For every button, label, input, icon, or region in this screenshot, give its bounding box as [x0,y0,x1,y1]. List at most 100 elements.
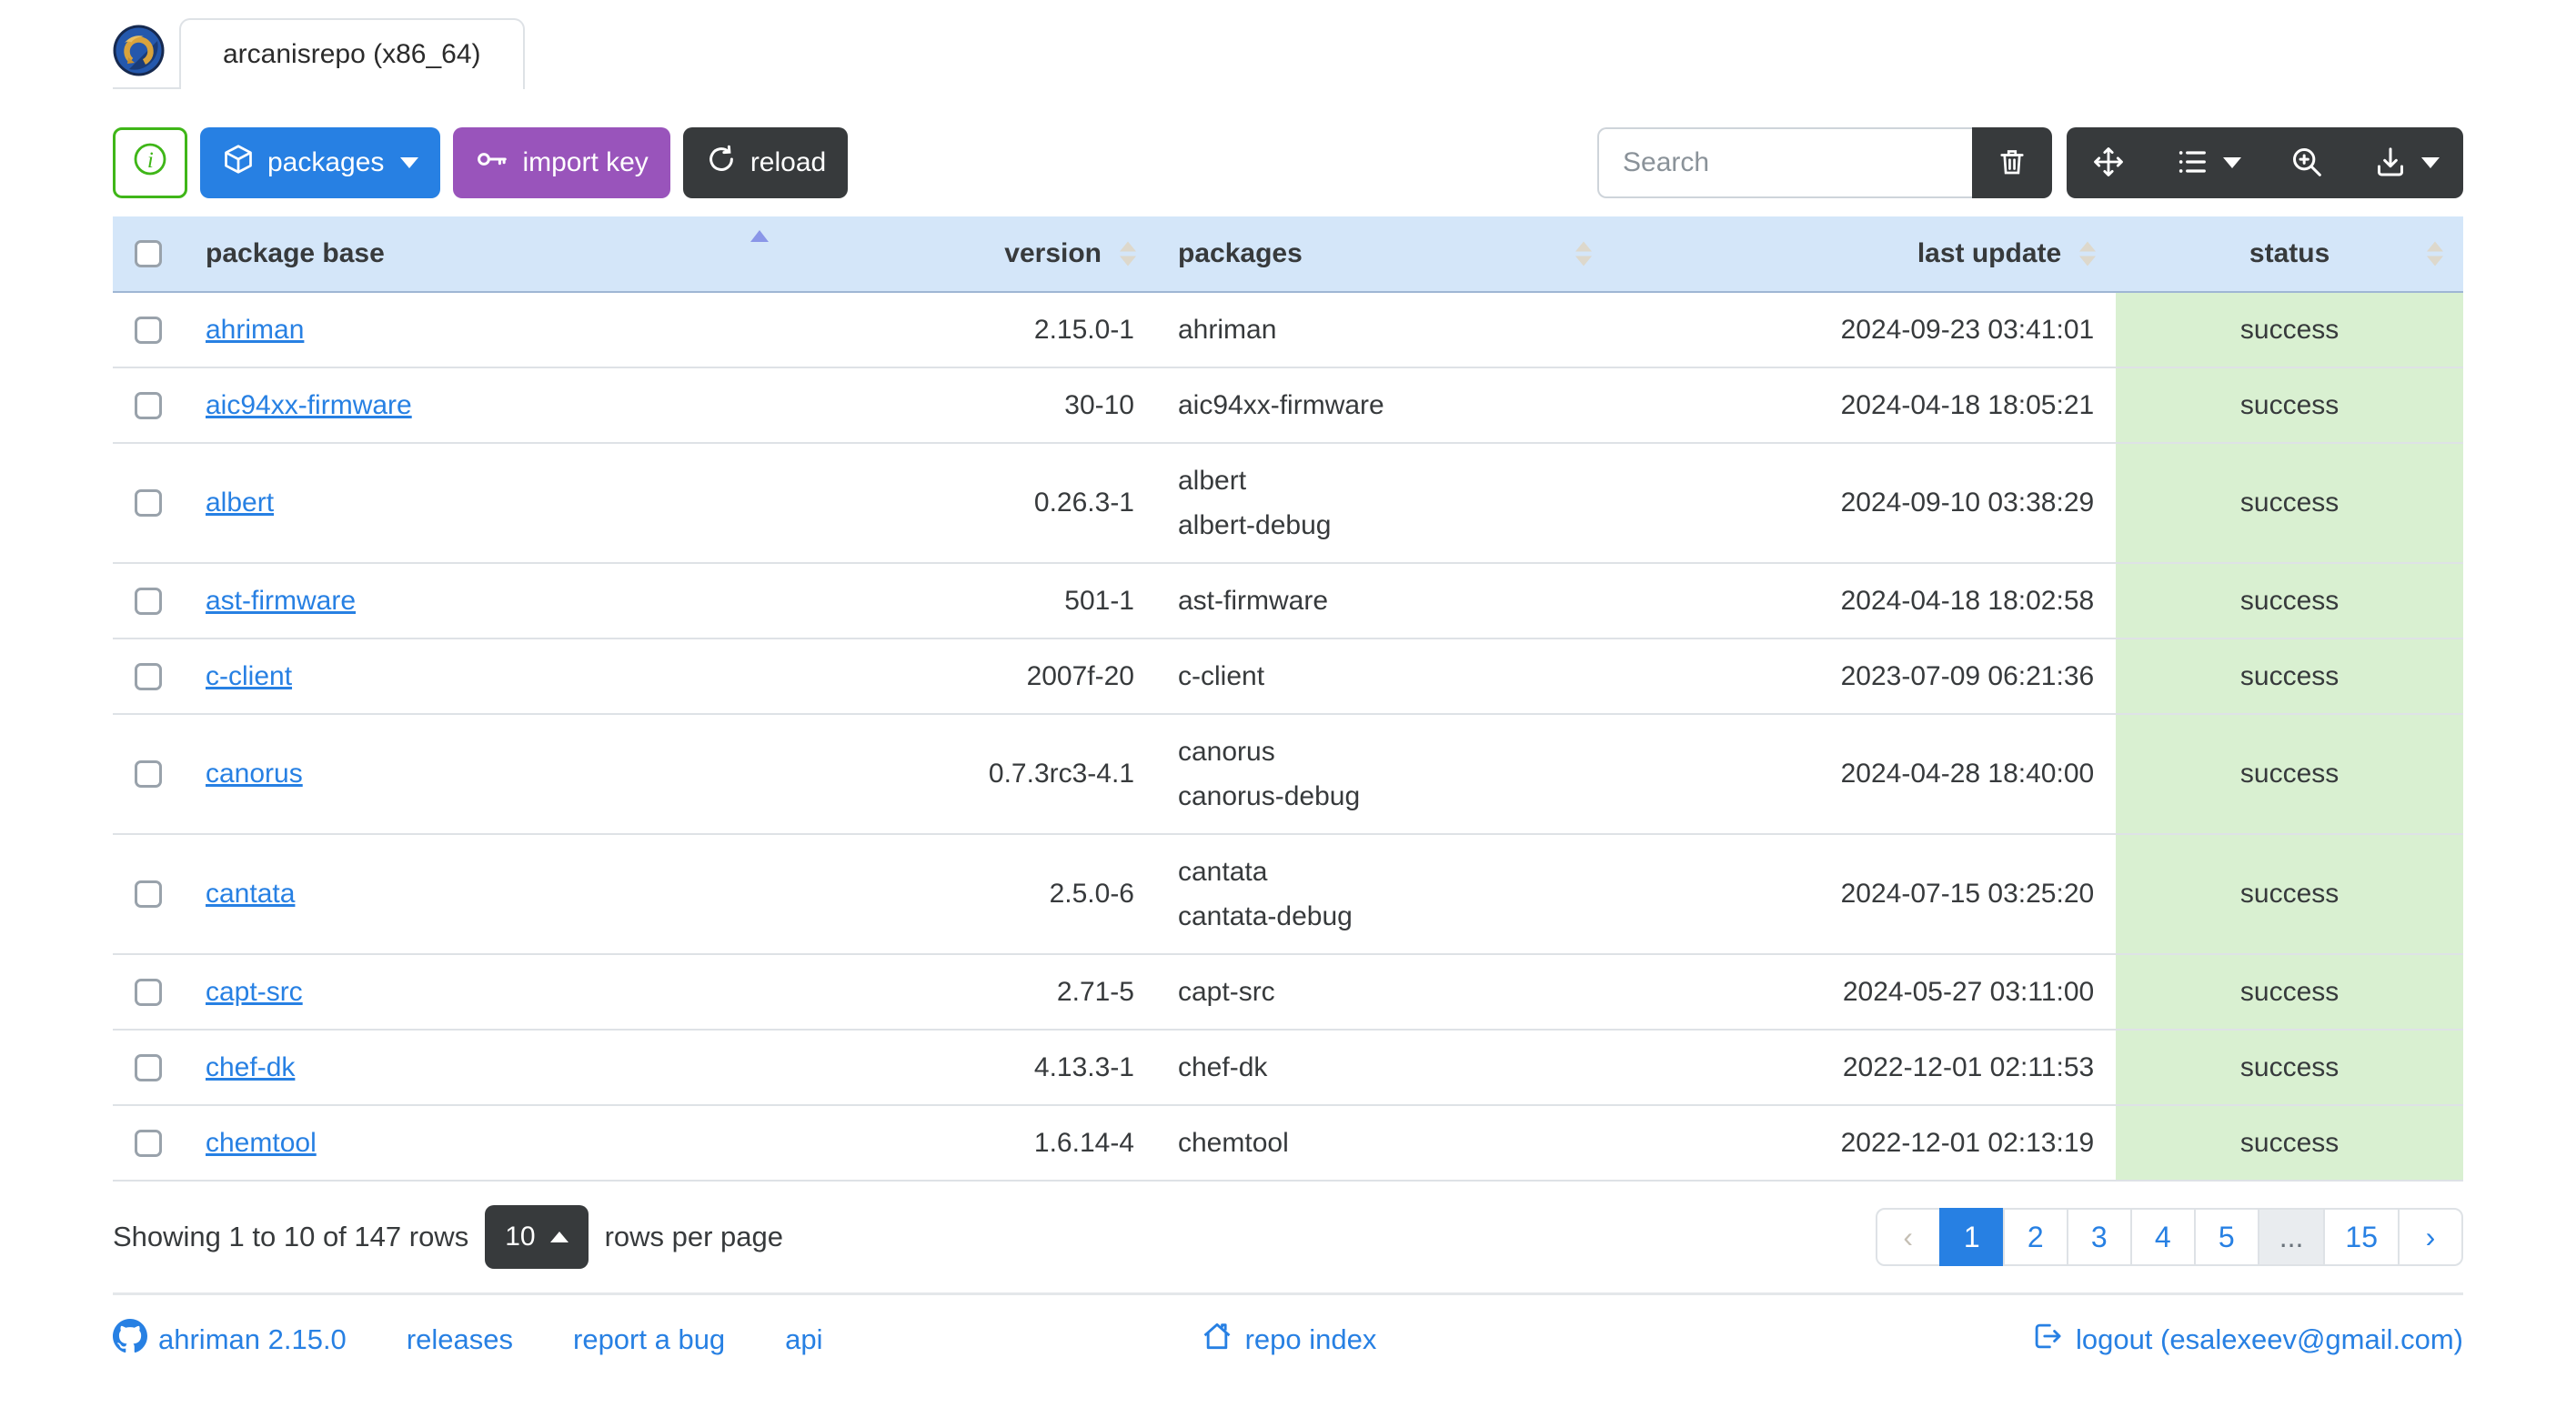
zoom-in-icon [2289,144,2325,183]
row-checkbox[interactable] [135,662,162,690]
row-checkbox[interactable] [135,489,162,517]
caret-down-icon [2421,157,2440,168]
repo-index-link[interactable]: repo index [1200,1319,1376,1361]
rows-per-page-label: rows per page [604,1221,784,1252]
sort-icon [2079,241,2097,266]
version-cell: 501-1 [794,562,1156,639]
sort-asc-icon [750,230,770,242]
row-checkbox[interactable] [135,1129,162,1157]
package-base-link[interactable]: c-client [206,661,292,691]
version-cell: 0.7.3rc3-4.1 [794,713,1156,834]
column-header-version[interactable]: version [794,216,1156,293]
page-next-button[interactable]: › [2398,1208,2463,1266]
package-base-link[interactable]: chef-dk [206,1052,295,1082]
caret-down-icon [2223,157,2241,168]
trash-icon [1996,146,2028,181]
page-prev-button: ‹ [1875,1208,1941,1266]
package-base-link[interactable]: ahriman [206,315,304,345]
sort-icon [1575,241,1592,266]
page-button-3[interactable]: 3 [2066,1208,2132,1266]
download-icon [2372,144,2409,183]
column-header-packages[interactable]: packages [1156,216,1612,293]
table-row: cantata 2.5.0-6 cantata cantata-debug 20… [113,833,2463,954]
status-cell: success [2116,442,2463,563]
columns-dropdown-button[interactable] [2150,127,2265,198]
packages-cell: chef-dk [1156,1029,1612,1105]
packages-cell: albert albert-debug [1156,442,1612,563]
table-row: ahriman 2.15.0-1 ahriman 2024-09-23 03:4… [113,291,2463,367]
tab-repository[interactable]: arcanisrepo (x86_64) [179,18,525,89]
last-update-cell: 2024-09-10 03:38:29 [1611,442,2117,563]
last-update-cell: 2024-04-18 18:02:58 [1611,562,2117,639]
packages-cell: ast-firmware [1156,562,1612,639]
status-cell: success [2116,367,2463,443]
page-size-value: 10 [505,1222,536,1252]
page-ellipsis-button[interactable]: ... [2257,1208,2326,1266]
export-dropdown-button[interactable] [2349,127,2463,198]
row-checkbox[interactable] [135,880,162,908]
column-header-status[interactable]: status [2116,216,2463,293]
table-row: chef-dk 4.13.3-1 chef-dk 2022-12-01 02:1… [113,1029,2463,1105]
import-key-button-label: import key [522,147,649,177]
version-link-label: ahriman 2.15.0 [158,1323,347,1355]
page-button-2[interactable]: 2 [2002,1208,2068,1266]
fullscreen-search-button[interactable] [2265,127,2349,198]
logout-link[interactable]: logout (esalexeev@gmail.com) [2030,1319,2463,1361]
reload-button[interactable]: reload [682,127,849,198]
fullscreen-button[interactable] [2067,127,2150,198]
table-tools-group [2067,127,2463,198]
row-checkbox[interactable] [135,587,162,615]
column-header-last-update[interactable]: last update [1611,216,2117,293]
footer-divider [113,1292,2463,1295]
status-cell: success [2116,833,2463,954]
last-update-cell: 2024-05-27 03:11:00 [1611,953,2117,1030]
packages-cell: ahriman [1156,291,1612,367]
search-input[interactable] [1597,127,1972,198]
clear-search-button[interactable] [1972,127,2052,198]
package-base-link[interactable]: canorus [206,759,303,789]
package-base-link[interactable]: ast-firmware [206,586,356,616]
packages-cell: capt-src [1156,953,1612,1030]
package-base-link[interactable]: cantata [206,879,295,909]
status-cell: success [2116,291,2463,367]
box-icon [222,143,255,183]
github-version-link[interactable]: ahriman 2.15.0 [113,1319,347,1361]
package-base-link[interactable]: capt-src [206,977,303,1007]
last-update-cell: 2024-07-15 03:25:20 [1611,833,2117,954]
row-checkbox[interactable] [135,316,162,344]
package-base-link[interactable]: albert [206,488,274,518]
toolbar: i packages import key reload Search [113,127,2463,198]
caret-up-icon [549,1232,569,1242]
row-checkbox[interactable] [135,391,162,419]
table-row: c-client 2007f-20 c-client 2023-07-09 06… [113,638,2463,714]
package-base-link[interactable]: chemtool [206,1128,317,1158]
row-checkbox[interactable] [135,978,162,1006]
column-label: status [2249,238,2330,268]
page-button-1[interactable]: 1 [1938,1208,2005,1266]
last-update-cell: 2024-09-23 03:41:01 [1611,291,2117,367]
rows-per-page-dropdown[interactable]: 10 [485,1205,589,1269]
report-bug-link[interactable]: report a bug [573,1323,725,1356]
page-button-15[interactable]: 15 [2323,1208,2400,1266]
column-header-package-base[interactable]: package base [184,216,795,293]
select-all-checkbox[interactable] [135,240,162,267]
page-button-5[interactable]: 5 [2193,1208,2259,1266]
version-cell: 1.6.14-4 [794,1104,1156,1181]
version-cell: 2.15.0-1 [794,291,1156,367]
info-icon: i [132,141,168,185]
info-button[interactable]: i [113,127,187,198]
row-checkbox[interactable] [135,760,162,788]
api-link[interactable]: api [785,1323,822,1356]
row-checkbox[interactable] [135,1053,162,1081]
app-logo[interactable] [113,18,179,89]
pagination-summary: Showing 1 to 10 of 147 rows [113,1221,469,1252]
packages-dropdown-button[interactable]: packages [200,127,441,198]
version-cell: 0.26.3-1 [794,442,1156,563]
package-base-link[interactable]: aic94xx-firmware [206,390,412,420]
import-key-button[interactable]: import key [453,127,670,198]
packages-cell: cantata cantata-debug [1156,833,1612,954]
releases-link[interactable]: releases [407,1323,513,1356]
table-row: chemtool 1.6.14-4 chemtool 2022-12-01 02… [113,1104,2463,1181]
page-button-4[interactable]: 4 [2129,1208,2196,1266]
status-cell: success [2116,1029,2463,1105]
